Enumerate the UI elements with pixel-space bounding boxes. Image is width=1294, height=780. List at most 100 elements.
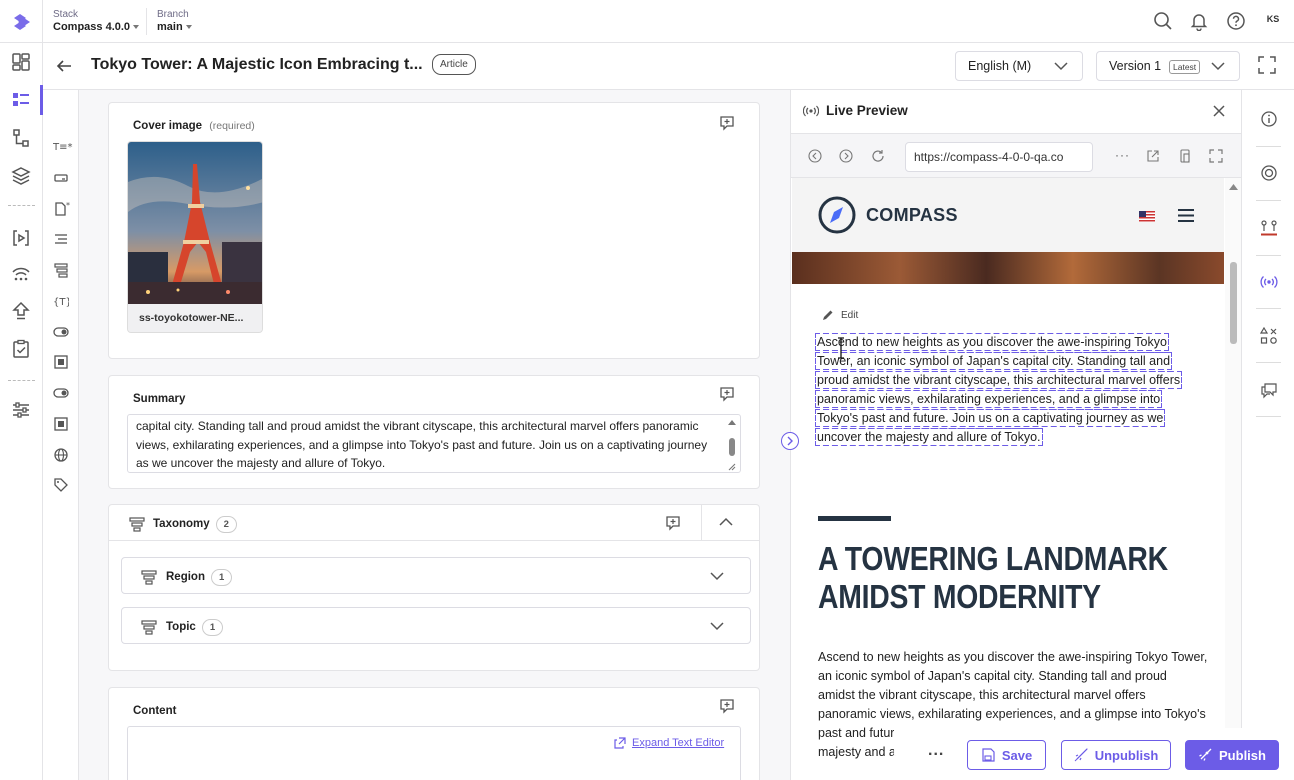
boolean-toggle-icon[interactable] — [53, 385, 69, 401]
content-models-icon[interactable] — [11, 128, 31, 148]
group-field-icon[interactable] — [53, 354, 69, 370]
tag-icon[interactable] — [53, 477, 69, 493]
expand-preview-icon[interactable] — [1209, 149, 1223, 163]
tasks-clipboard-icon[interactable] — [11, 339, 31, 359]
entry-title-bar: Tokyo Tower: A Majestic Icon Embracing t… — [43, 43, 1294, 90]
preview-scrollbar[interactable] — [1225, 178, 1241, 780]
body-line: panoramic views, exhilarating experience… — [818, 707, 1206, 721]
info-icon[interactable] — [1260, 110, 1278, 128]
preview-site: COMPASS Edit Ascend to new heights as yo… — [792, 178, 1224, 780]
editable-summary-block[interactable]: Ascend to new heights as you discover th… — [814, 333, 1199, 447]
rail-separator — [1256, 200, 1281, 201]
entries-icon[interactable] — [11, 90, 31, 110]
search-icon[interactable] — [1153, 11, 1173, 31]
comment-icon[interactable] — [719, 698, 735, 714]
back-circle-icon[interactable] — [808, 149, 822, 163]
cover-image-thumbnail[interactable]: ss-toyokotower-NE... — [127, 141, 263, 333]
open-external-icon[interactable] — [1146, 149, 1160, 163]
refresh-icon[interactable] — [871, 149, 885, 163]
stack-label: Stack — [53, 9, 79, 20]
shapes-icon[interactable] — [1260, 327, 1278, 345]
us-flag-icon[interactable] — [1139, 211, 1155, 222]
help-icon[interactable] — [1226, 11, 1246, 31]
target-icon[interactable] — [1260, 164, 1278, 182]
preview-heading: A TOWERING LANDMARK AMIDST MODERNITY — [818, 540, 1168, 616]
link-field-icon[interactable] — [53, 170, 69, 186]
taxonomy-field-icon[interactable] — [53, 262, 69, 278]
workflow-icon[interactable] — [1260, 219, 1278, 237]
releases-icon[interactable] — [11, 263, 31, 283]
settings-sliders-icon[interactable] — [11, 400, 31, 420]
live-preview-title: Live Preview — [826, 103, 908, 118]
chevron-down-icon — [133, 25, 140, 30]
stack-value[interactable]: Compass 4.0.0 — [53, 21, 140, 33]
assets-layers-icon[interactable] — [11, 166, 31, 186]
taxonomy-label-text: Taxonomy — [153, 518, 210, 530]
publish-button[interactable]: Publish — [1185, 740, 1279, 770]
chevron-up-icon[interactable] — [719, 517, 733, 527]
text-field-icon[interactable]: T≡* — [53, 138, 73, 154]
back-arrow-icon[interactable] — [55, 57, 73, 75]
tokyo-tower-image — [128, 142, 262, 304]
cover-image-field: Cover image (required) ss-toyokotower-NE… — [108, 102, 760, 359]
publish-label: Publish — [1219, 747, 1266, 763]
json-field-icon[interactable]: {T} — [53, 293, 69, 309]
summary-text: capital city. Standing tall and proud am… — [136, 419, 708, 470]
edit-label: Edit — [841, 309, 859, 321]
version-dropdown[interactable]: Version 1 Latest — [1096, 51, 1240, 81]
live-preview-icon[interactable] — [1260, 273, 1278, 291]
dashboard-icon[interactable] — [11, 52, 31, 72]
taxonomy-header[interactable]: Taxonomy 2 — [109, 505, 759, 541]
user-avatar[interactable]: KS — [1262, 14, 1284, 30]
chevron-down-icon — [185, 25, 192, 30]
preview-url-input[interactable]: https://compass-4-0-0-qa.co — [905, 142, 1093, 172]
close-icon[interactable] — [1212, 104, 1226, 118]
comment-icon[interactable] — [719, 115, 735, 131]
fullscreen-icon[interactable] — [1258, 56, 1276, 74]
version-latest-tag: Latest — [1169, 60, 1201, 74]
summary-textarea[interactable]: capital city. Standing tall and proud am… — [127, 414, 741, 473]
device-toggle-icon[interactable] — [1178, 149, 1192, 163]
body-line: amidst the vibrant cityscape, this archi… — [818, 688, 1146, 702]
version-value: Version 1 — [1109, 59, 1162, 73]
chevron-down-icon — [710, 621, 724, 631]
paragraph-field-icon[interactable] — [53, 231, 69, 247]
collapse-panel-toggle[interactable] — [781, 432, 799, 450]
site-header: COMPASS — [792, 178, 1224, 252]
deploy-upload-icon[interactable] — [11, 301, 31, 321]
rail-separator — [1256, 146, 1281, 147]
language-dropdown[interactable]: English (M) — [955, 51, 1083, 81]
comment-icon[interactable] — [719, 386, 735, 402]
scroll-thumb[interactable] — [1230, 262, 1237, 344]
chat-comments-icon[interactable] — [1260, 381, 1278, 399]
more-actions-button[interactable]: ... — [928, 742, 944, 760]
file-field-icon[interactable]: * — [53, 201, 70, 217]
boolean-toggle-icon[interactable] — [53, 324, 69, 340]
cover-file-name: ss-toyokotower-NE... — [128, 304, 262, 332]
unpublish-button[interactable]: Unpublish — [1061, 740, 1171, 770]
hamburger-menu-icon[interactable] — [1178, 209, 1194, 222]
rich-text-editor[interactable]: Expand Text Editor — [127, 726, 741, 780]
expand-editor-link[interactable]: Expand Text Editor — [614, 737, 724, 749]
entry-action-bar: ... Save Unpublish Publish — [894, 728, 1294, 780]
comment-icon[interactable] — [665, 515, 681, 531]
extensions-icon[interactable] — [11, 228, 31, 248]
save-button[interactable]: Save — [967, 740, 1046, 770]
content-type-badge: Article — [432, 54, 476, 75]
taxonomy-region-row[interactable]: Region 1 — [121, 557, 751, 594]
globe-icon[interactable] — [53, 447, 69, 463]
app-logo-icon[interactable] — [12, 13, 32, 31]
language-value: English (M) — [968, 59, 1032, 73]
taxonomy-topic-row[interactable]: Topic 1 — [121, 607, 751, 644]
edit-button[interactable]: Edit — [822, 309, 858, 321]
site-brand: COMPASS — [866, 205, 958, 225]
textarea-scrollbar[interactable] — [726, 418, 738, 472]
summary-label: Summary — [133, 393, 186, 405]
more-options-icon[interactable]: ··· — [1115, 148, 1130, 162]
branch-value[interactable]: main — [157, 21, 192, 33]
preview-heading-line1: A TOWERING LANDMARK — [818, 540, 1168, 577]
field-navigation-rail: T≡* * {T} — [43, 90, 79, 780]
notification-bell-icon[interactable] — [1189, 11, 1209, 31]
forward-circle-icon[interactable] — [839, 149, 853, 163]
group-field-icon[interactable] — [53, 416, 69, 432]
